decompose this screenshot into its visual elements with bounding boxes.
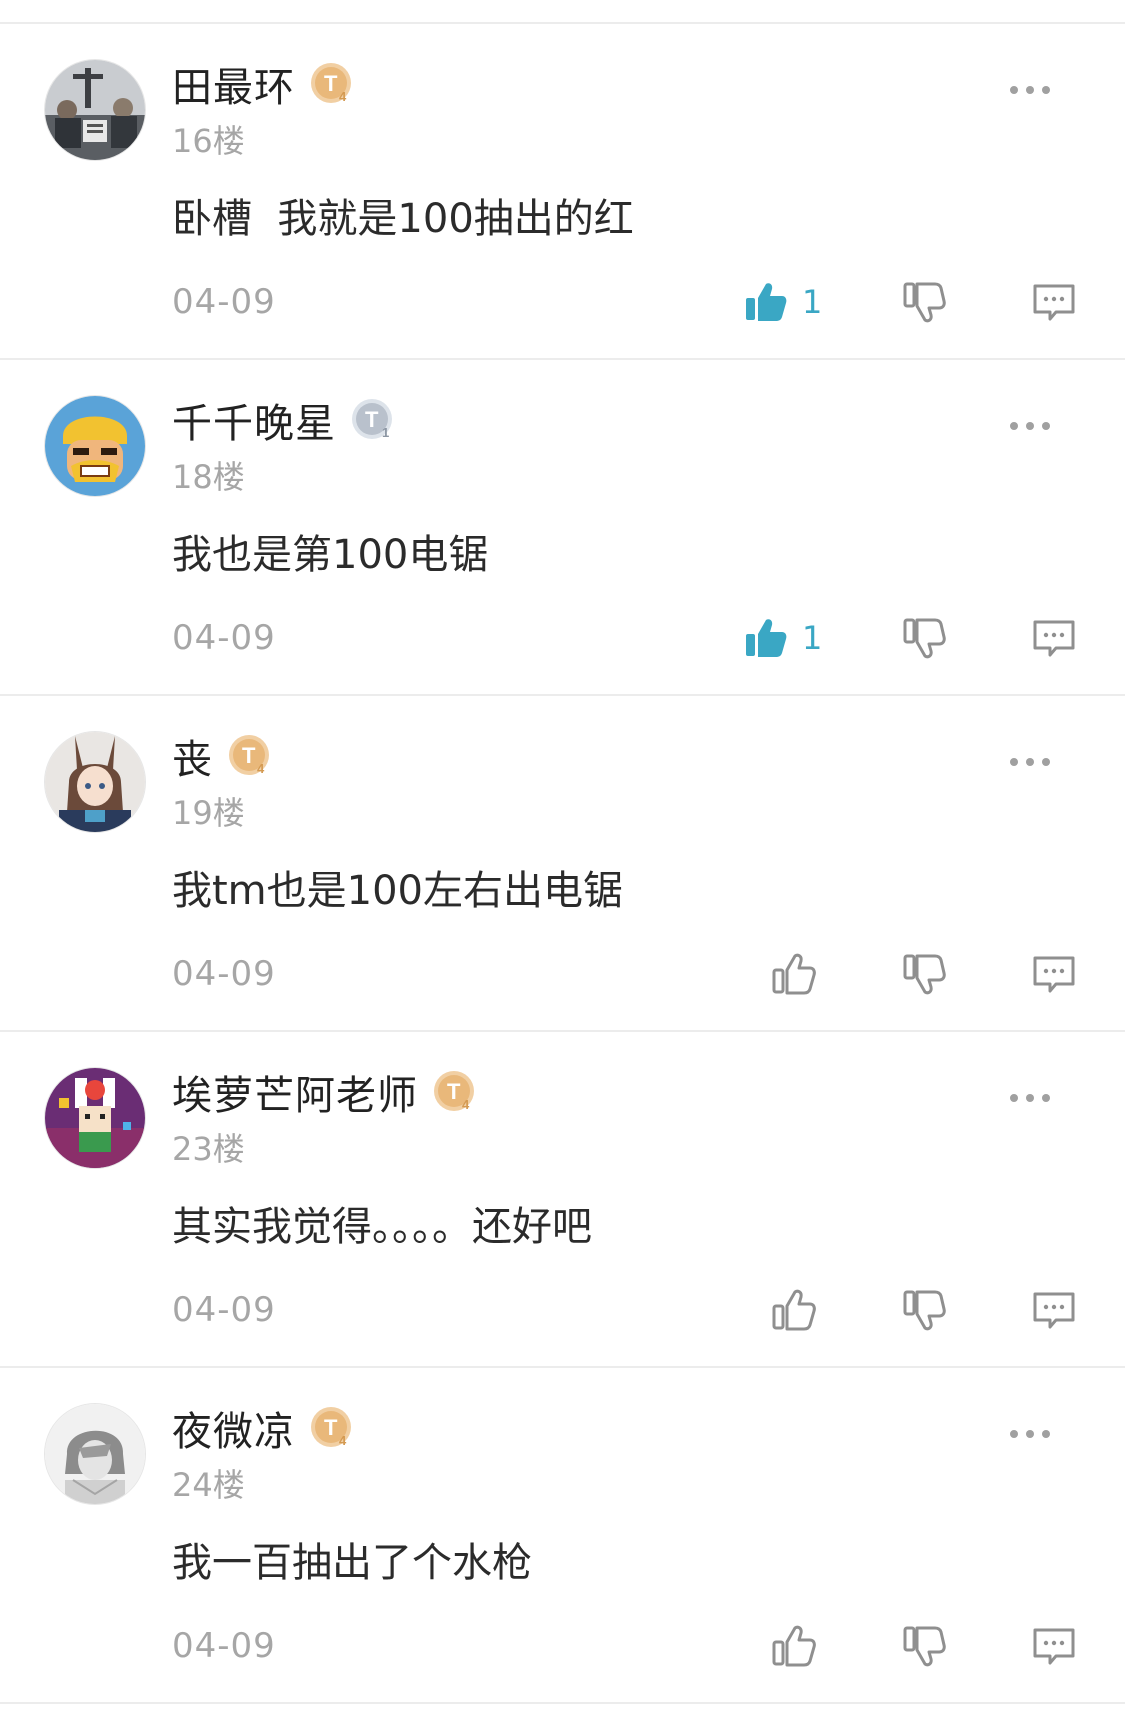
like-count: 1 — [802, 283, 823, 321]
svg-text:4: 4 — [462, 1097, 470, 1112]
more-options-icon[interactable] — [1007, 416, 1053, 436]
floor-label: 16楼 — [172, 122, 245, 160]
comment-date: 04-09 — [172, 618, 276, 658]
thumbs-up-icon — [772, 1289, 816, 1331]
user-avatar[interactable] — [45, 732, 145, 832]
comment-item: 丧 T 4 19楼 我tm也是100左右出电锯 04-09 — [0, 696, 1125, 1032]
user-avatar[interactable] — [45, 1404, 145, 1504]
name-row: 千千晚星 T 1 — [172, 391, 396, 449]
like-button[interactable]: 1 — [742, 274, 852, 330]
name-row: 田最环 T 4 — [172, 55, 355, 113]
thumbs-down-icon — [903, 954, 946, 995]
dislike-button[interactable] — [900, 1282, 960, 1338]
comment-item: 埃萝芒阿老师 T 4 23楼 其实我觉得。。。。还好吧 04-09 — [0, 1032, 1125, 1368]
comment-text: 其实我觉得。。。。还好吧 — [172, 1204, 592, 1250]
level-badge-icon: T 4 — [432, 1069, 478, 1115]
svg-text:1: 1 — [382, 425, 389, 440]
more-options-icon[interactable] — [1007, 1424, 1053, 1444]
reply-button[interactable] — [1030, 610, 1090, 666]
dislike-button[interactable] — [900, 274, 960, 330]
comment-date: 04-09 — [172, 954, 276, 994]
floor-label: 23楼 — [172, 1130, 245, 1168]
comment-bubble-icon — [1033, 956, 1075, 993]
level-badge-icon: T 4 — [309, 61, 355, 107]
comment-footer: 04-09 — [172, 1282, 1085, 1338]
comment-date: 04-09 — [172, 1290, 276, 1330]
comment-item: 千千晚星 T 1 18楼 我也是第100电锯 04-09 1 — [0, 360, 1125, 696]
reply-button[interactable] — [1030, 946, 1090, 1002]
more-options-icon[interactable] — [1007, 80, 1053, 100]
user-avatar[interactable] — [45, 60, 145, 160]
comment-footer: 04-09 1 — [172, 274, 1085, 330]
username[interactable]: 埃萝芒阿老师 — [172, 1063, 418, 1121]
photo-avatar-icon — [45, 60, 145, 160]
comment-item: 夜微凉 T 4 24楼 我一百抽出了个水枪 04-09 — [0, 1368, 1125, 1704]
svg-text:T: T — [242, 743, 256, 768]
comment-bubble-icon — [1033, 1292, 1075, 1329]
svg-text:T: T — [447, 1079, 461, 1104]
level-badge-icon: T 1 — [350, 397, 396, 443]
comment-text: 我一百抽出了个水枪 — [172, 1540, 532, 1586]
thumbs-down-icon — [903, 282, 946, 323]
level-badge-icon: T 4 — [227, 733, 273, 779]
anime-girl-avatar-icon — [45, 732, 145, 832]
comment-bubble-icon — [1033, 284, 1075, 321]
comment-date: 04-09 — [172, 282, 276, 322]
dislike-button[interactable] — [900, 610, 960, 666]
like-count: 1 — [802, 619, 823, 657]
thumbs-up-filled-icon — [746, 619, 787, 657]
comment-bubble-icon — [1033, 620, 1075, 657]
username[interactable]: 千千晚星 — [172, 391, 336, 449]
user-avatar[interactable] — [45, 1068, 145, 1168]
thumbs-down-icon — [903, 618, 946, 659]
comment-footer: 04-09 — [172, 1618, 1085, 1674]
barbarian-avatar-icon — [45, 396, 145, 496]
comment-footer: 04-09 1 — [172, 610, 1085, 666]
like-button[interactable]: 1 — [742, 610, 852, 666]
username[interactable]: 夜微凉 — [172, 1399, 295, 1457]
top-divider — [0, 0, 1125, 24]
name-row: 埃萝芒阿老师 T 4 — [172, 1063, 478, 1121]
thumbs-down-icon — [903, 1290, 946, 1331]
more-options-icon[interactable] — [1007, 752, 1053, 772]
dislike-button[interactable] — [900, 1618, 960, 1674]
comment-list: 田最环 T 4 16楼 卧槽 我就是100抽出的红 04-09 1 千千晚星 T… — [0, 0, 1125, 1704]
reply-button[interactable] — [1030, 1282, 1090, 1338]
name-row: 夜微凉 T 4 — [172, 1399, 355, 1457]
comment-item: 田最环 T 4 16楼 卧槽 我就是100抽出的红 04-09 1 — [0, 24, 1125, 360]
svg-text:4: 4 — [339, 89, 347, 104]
reply-button[interactable] — [1030, 1618, 1090, 1674]
svg-text:T: T — [324, 1415, 338, 1440]
svg-text:4: 4 — [257, 761, 265, 776]
comment-text: 卧槽 我就是100抽出的红 — [172, 196, 634, 242]
floor-label: 18楼 — [172, 458, 245, 496]
comment-bubble-icon — [1033, 1628, 1075, 1665]
svg-text:T: T — [324, 71, 338, 96]
thumbs-up-icon — [772, 1625, 816, 1667]
more-options-icon[interactable] — [1007, 1088, 1053, 1108]
reply-button[interactable] — [1030, 274, 1090, 330]
comment-date: 04-09 — [172, 1626, 276, 1666]
like-button[interactable] — [770, 946, 830, 1002]
sketch-avatar-icon — [45, 1404, 145, 1504]
dislike-button[interactable] — [900, 946, 960, 1002]
username[interactable]: 丧 — [172, 727, 213, 785]
level-badge-icon: T 4 — [309, 1405, 355, 1451]
comment-footer: 04-09 — [172, 946, 1085, 1002]
like-button[interactable] — [770, 1618, 830, 1674]
pixel-bunny-avatar-icon — [45, 1068, 145, 1168]
thumbs-down-icon — [903, 1626, 946, 1667]
name-row: 丧 T 4 — [172, 727, 273, 785]
like-button[interactable] — [770, 1282, 830, 1338]
svg-text:T: T — [365, 407, 379, 432]
user-avatar[interactable] — [45, 396, 145, 496]
comment-text: 我tm也是100左右出电锯 — [172, 868, 623, 914]
svg-text:4: 4 — [339, 1433, 347, 1448]
floor-label: 24楼 — [172, 1466, 245, 1504]
thumbs-up-icon — [772, 953, 816, 995]
comment-text: 我也是第100电锯 — [172, 532, 489, 578]
thumbs-up-filled-icon — [746, 283, 787, 321]
username[interactable]: 田最环 — [172, 55, 295, 113]
floor-label: 19楼 — [172, 794, 245, 832]
